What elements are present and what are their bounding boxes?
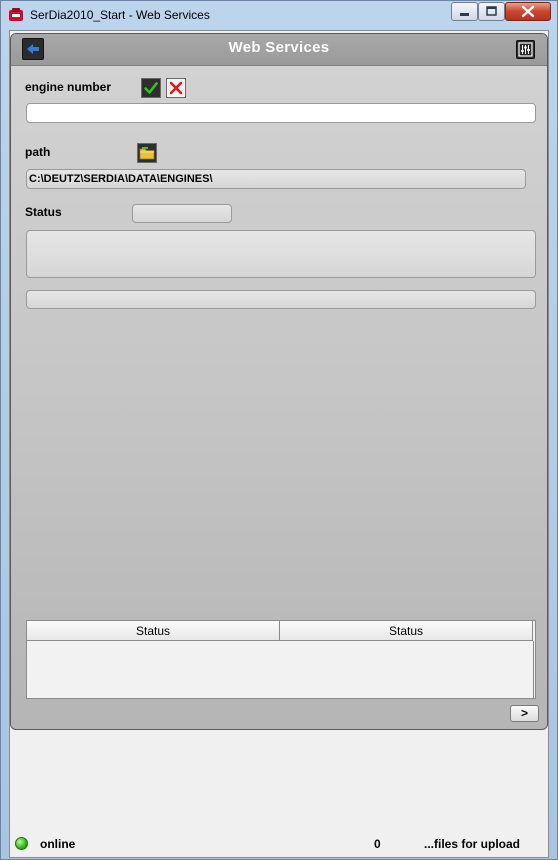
maximize-icon xyxy=(486,6,497,16)
online-indicator-icon xyxy=(15,837,28,850)
close-icon xyxy=(521,5,535,18)
next-button[interactable]: > xyxy=(510,705,539,722)
close-button[interactable] xyxy=(505,2,551,21)
confirm-engine-button[interactable] xyxy=(141,78,161,98)
minimize-button[interactable] xyxy=(451,2,478,21)
connection-status-text: online xyxy=(40,837,76,851)
minimize-icon xyxy=(460,13,469,16)
progress-bar xyxy=(26,290,536,309)
client-area: Web Services engine number path C:\DEUTZ… xyxy=(9,30,549,858)
table-header-status-1[interactable]: Status xyxy=(27,621,280,641)
panel-header: Web Services xyxy=(11,34,547,66)
web-services-panel: Web Services engine number path C:\DEUTZ… xyxy=(10,33,548,730)
settings-sliders-icon xyxy=(518,42,533,57)
status-table: Status Status xyxy=(26,620,536,699)
files-for-upload-label: ...files for upload xyxy=(424,837,521,851)
table-scrollbar-edge xyxy=(533,641,534,698)
path-label: path xyxy=(25,145,51,159)
red-x-icon xyxy=(169,81,183,95)
path-field: C:\DEUTZ\SERDIA\DATA\ENGINES\ xyxy=(26,169,526,189)
status-label: Status xyxy=(25,205,62,219)
settings-button[interactable] xyxy=(516,40,535,59)
browse-path-button[interactable] xyxy=(137,143,157,163)
engine-number-input[interactable] xyxy=(26,103,536,123)
application-window: SerDia2010_Start - Web Services Web Serv… xyxy=(0,0,558,860)
panel-title: Web Services xyxy=(228,39,330,56)
upload-file-count: 0 xyxy=(374,837,381,851)
title-bar[interactable]: SerDia2010_Start - Web Services xyxy=(1,1,557,29)
table-body xyxy=(27,641,533,698)
status-field xyxy=(132,204,232,223)
status-bar: online 0 ...files for upload xyxy=(10,831,548,857)
engine-number-label: engine number xyxy=(25,80,112,94)
serdia-app-icon xyxy=(9,8,23,21)
status-message-area xyxy=(26,230,536,278)
table-header-status-2[interactable]: Status xyxy=(280,621,533,641)
maximize-button[interactable] xyxy=(478,2,505,21)
clear-engine-button[interactable] xyxy=(166,78,186,98)
window-title: SerDia2010_Start - Web Services xyxy=(30,8,210,22)
checkmark-icon xyxy=(144,82,158,94)
folder-icon xyxy=(139,147,155,160)
